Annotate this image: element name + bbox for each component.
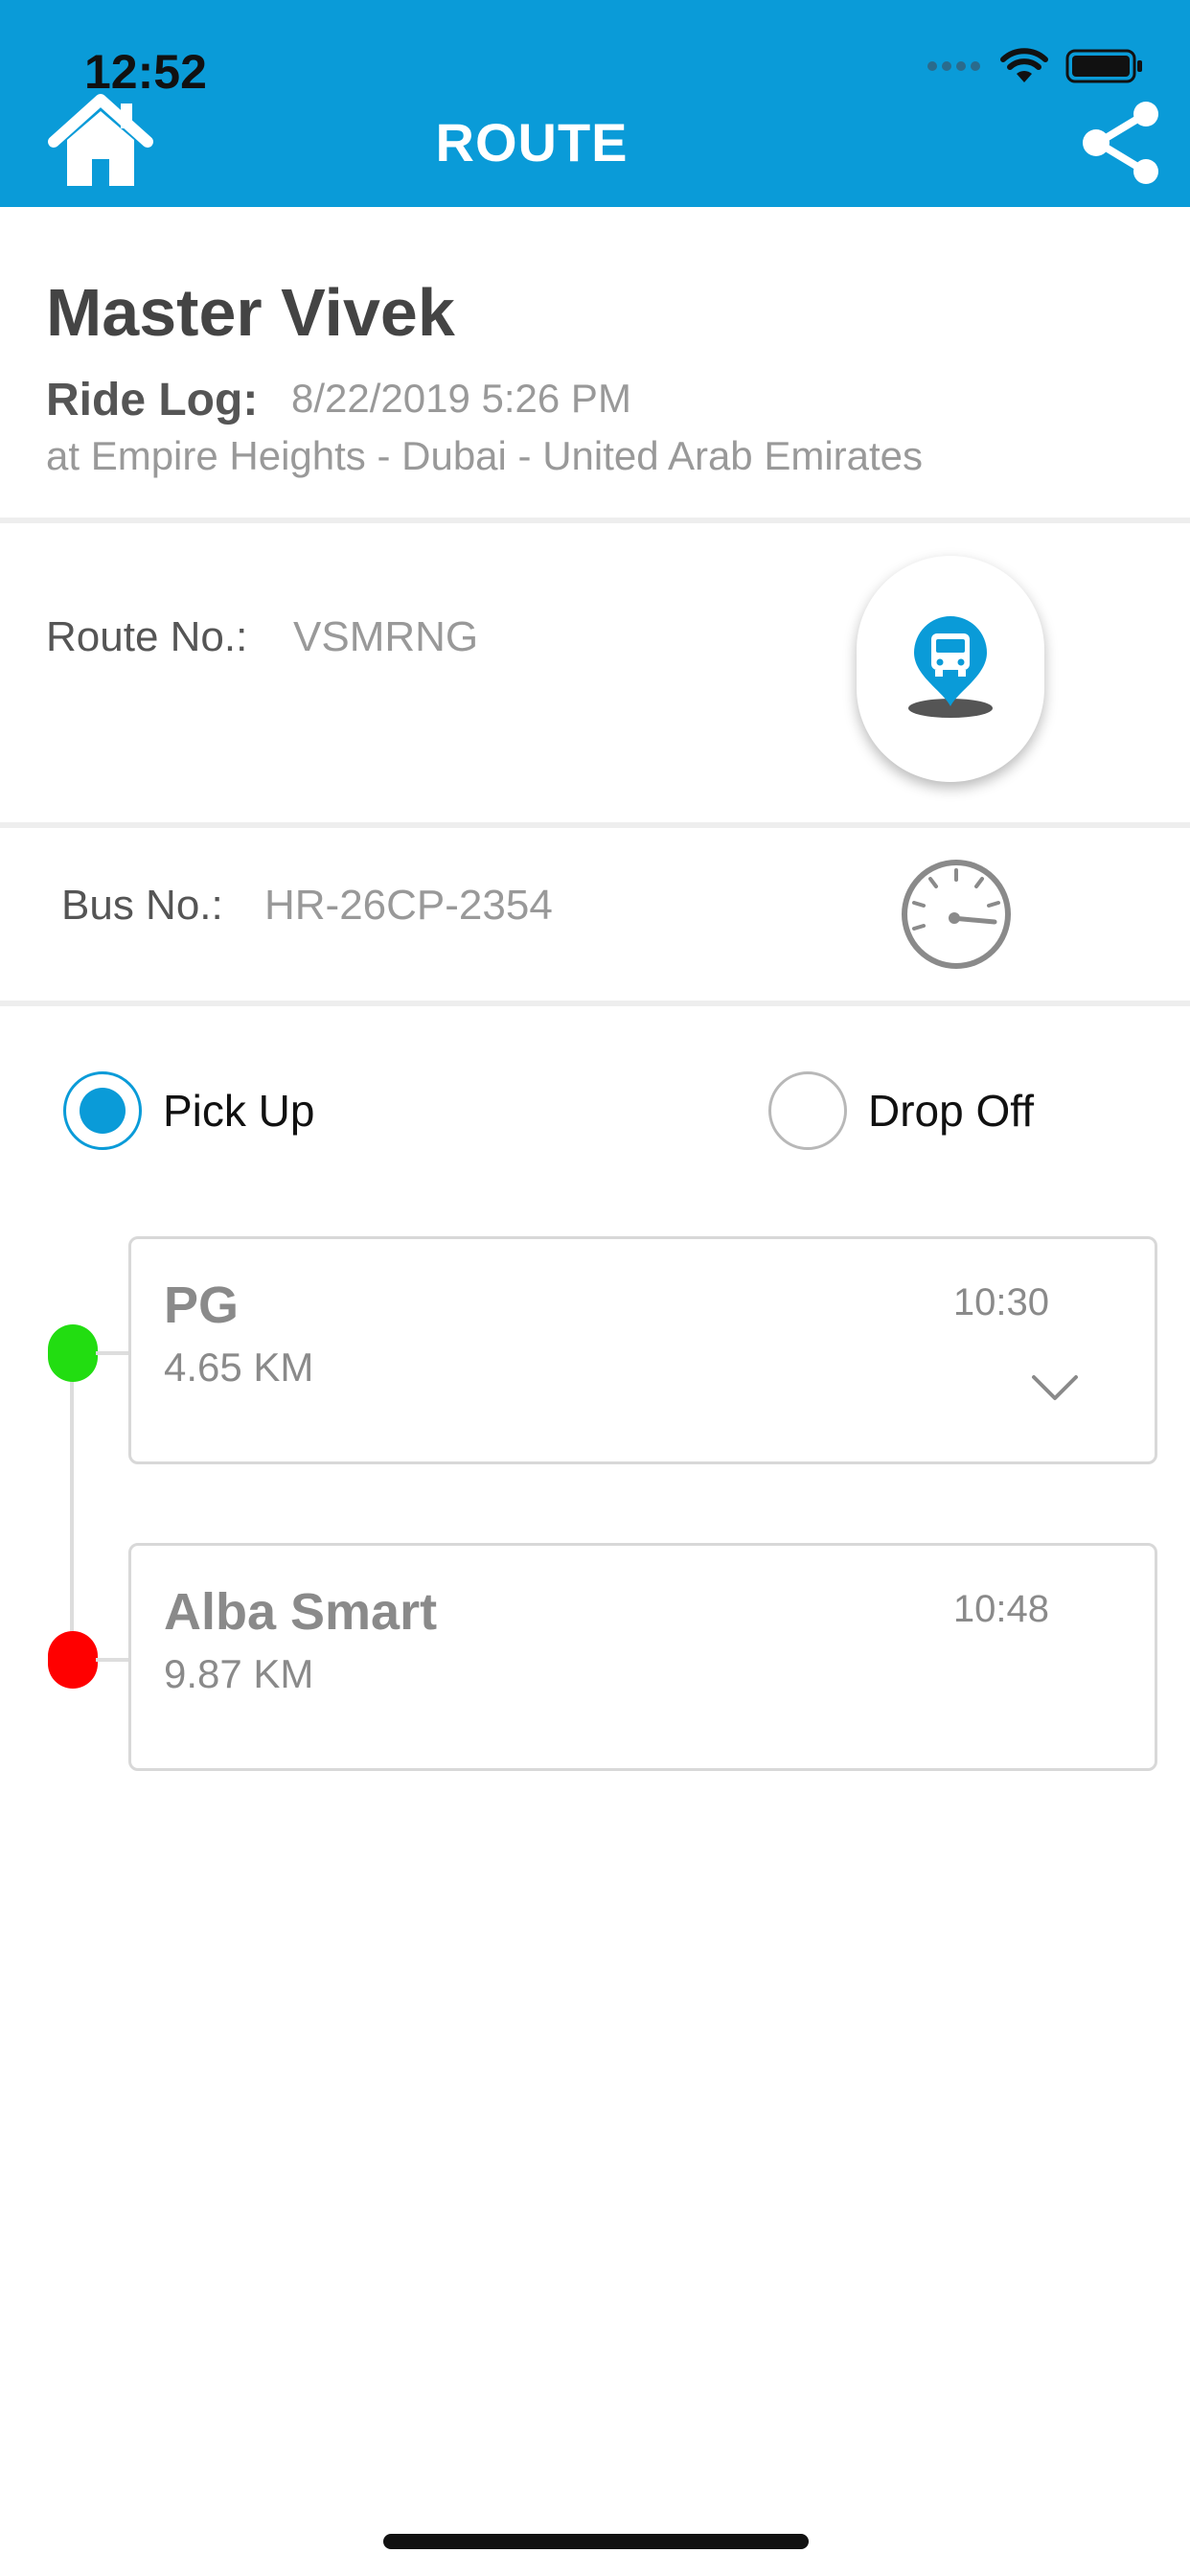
radio-selected-dot (80, 1088, 126, 1134)
stop-name: Alba Smart (164, 1583, 438, 1641)
status-icons (927, 48, 1144, 84)
stop-distance: 4.65 KM (164, 1345, 314, 1390)
route-label: Route No.: (46, 613, 248, 660)
speedometer-button[interactable] (899, 857, 1014, 972)
app-header: 12:52 ROUTE (0, 0, 1190, 207)
bus-label: Bus No.: (61, 882, 223, 929)
share-button[interactable] (1081, 102, 1161, 184)
route-value: VSMRNG (293, 613, 479, 660)
page-title: ROUTE (435, 112, 629, 172)
signal-dots-icon (927, 61, 980, 71)
ride-location: at Empire Heights - Dubai - United Arab … (46, 433, 924, 478)
home-indicator[interactable] (383, 2534, 809, 2549)
ride-log-value: 8/22/2019 5:26 PM (291, 376, 631, 421)
wifi-icon (1000, 48, 1048, 82)
bus-location-button[interactable] (857, 556, 1044, 782)
stop-name: PG (164, 1276, 240, 1334)
chevron-down-icon[interactable] (1030, 1373, 1080, 1404)
radio-drop-off-label: Drop Off (868, 1086, 1034, 1136)
radio-pick-up-label: Pick Up (163, 1086, 315, 1136)
stop-distance: 9.87 KM (164, 1651, 314, 1696)
stop-card-alba-smart[interactable]: Alba Smart 9.87 KM 10:48 (128, 1543, 1157, 1771)
radio-pick-up-circle (63, 1071, 142, 1150)
stop-marker-start (48, 1324, 98, 1382)
stop-connector (96, 1658, 130, 1662)
stop-time: 10:48 (952, 1588, 1049, 1630)
share-icon (1083, 102, 1158, 184)
battery-icon (1065, 49, 1142, 83)
bus-location-icon (908, 616, 993, 718)
radio-drop-off-circle (768, 1071, 847, 1150)
radio-drop-off[interactable]: Drop Off (768, 1071, 1034, 1150)
radio-pick-up[interactable]: Pick Up (63, 1071, 314, 1150)
stop-connector (96, 1351, 130, 1355)
stop-card-pg[interactable]: PG 4.65 KM 10:30 (128, 1236, 1157, 1464)
stop-marker-end (48, 1631, 98, 1689)
user-name: Master Vivek (46, 275, 455, 350)
stop-time: 10:30 (952, 1281, 1049, 1323)
bus-value: HR-26CP-2354 (264, 882, 553, 929)
timeline-line (70, 1353, 74, 1660)
speedometer-icon (902, 860, 1011, 969)
ride-log-label: Ride Log: (46, 375, 259, 426)
